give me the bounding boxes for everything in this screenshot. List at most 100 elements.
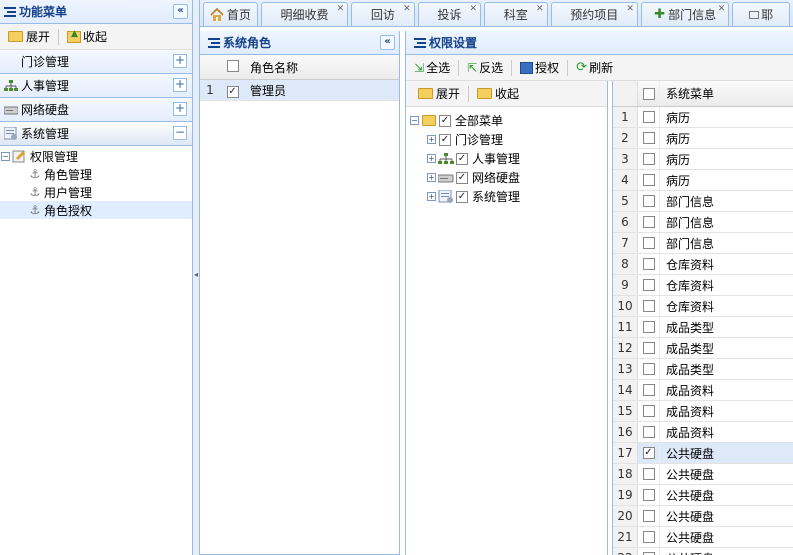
checkbox[interactable] (642, 489, 655, 501)
row-checkbox[interactable] (638, 506, 660, 526)
table-row[interactable]: 7 部门信息 (613, 233, 793, 254)
tab-appointment-items[interactable]: 预约项目 ✕ (550, 2, 638, 26)
splitter-arrow-icon[interactable]: ◂ (194, 270, 198, 279)
table-row[interactable]: 1 病历 (613, 107, 793, 128)
checkbox[interactable] (642, 426, 655, 438)
row-checkbox[interactable] (638, 296, 660, 316)
collapse-node-icon[interactable]: − (1, 151, 10, 161)
table-row[interactable]: 20 公共硬盘 (613, 506, 793, 527)
panel-splitter[interactable]: ◂ (193, 0, 200, 555)
row-checkbox[interactable] (638, 464, 660, 484)
accordion-hr-management[interactable]: 人事管理 + (0, 74, 192, 98)
accordion-system-management[interactable]: 系统管理 − (0, 122, 192, 146)
tab-fee-details[interactable]: 明细收费 ✕ (260, 2, 349, 26)
row-checkbox[interactable] (638, 338, 660, 358)
row-checkbox[interactable] (638, 233, 660, 253)
tree-node-permission-management[interactable]: − 权限管理 (0, 147, 192, 165)
checkbox[interactable] (642, 174, 655, 186)
accordion-network-disk[interactable]: 网络硬盘 + (0, 98, 192, 122)
checkbox[interactable] (642, 132, 655, 144)
checkbox[interactable]: ✓ (456, 152, 468, 165)
checkbox[interactable] (642, 195, 655, 207)
tab-home[interactable]: 首页 (203, 2, 258, 26)
table-row[interactable]: 5 部门信息 (613, 191, 793, 212)
checkbox[interactable] (642, 384, 655, 396)
checkbox[interactable] (642, 405, 655, 417)
tree-node-network-disk[interactable]: + ✓ 网络硬盘 (406, 168, 607, 187)
tree-node-user-management[interactable]: ⚓ 用户管理 (0, 183, 192, 201)
table-row[interactable]: 11 成品类型 (613, 317, 793, 338)
tab-department[interactable]: 科室 ✕ (484, 2, 548, 26)
expand-all-button[interactable]: 展开 (4, 28, 54, 45)
row-checkbox[interactable] (638, 317, 660, 337)
accordion-clinic-management[interactable]: 门诊管理 + (0, 50, 192, 74)
table-row[interactable]: 19 公共硬盘 (613, 485, 793, 506)
tree-node-all-menus[interactable]: − ✓ 全部菜单 (406, 111, 607, 130)
tab-complaints[interactable]: 投诉 ✕ (417, 2, 482, 26)
checkbox[interactable] (642, 342, 655, 354)
grant-button[interactable]: 授权 (516, 59, 563, 76)
row-checkbox[interactable]: ✓ (220, 83, 245, 98)
checkbox[interactable] (642, 258, 655, 270)
column-header-system-menu[interactable]: 系统菜单 (660, 85, 714, 102)
table-row[interactable]: 14 成品资料 (613, 380, 793, 401)
close-icon[interactable]: ✕ (470, 4, 478, 14)
row-checkbox[interactable] (638, 191, 660, 211)
table-row[interactable]: 8 仓库资料 (613, 254, 793, 275)
table-row[interactable]: 21 公共硬盘 (613, 527, 793, 548)
collapse-all-button[interactable]: ▲ 收起 (63, 28, 111, 45)
checkbox[interactable] (642, 468, 655, 480)
collapse-icon[interactable]: − (173, 126, 187, 140)
row-checkbox[interactable]: ✓ (638, 443, 660, 463)
table-row[interactable]: 18 公共硬盘 (613, 464, 793, 485)
expand-node-icon[interactable]: + (427, 154, 436, 163)
tree-node-hr-management[interactable]: + ✓ 人事管理 (406, 149, 607, 168)
table-row[interactable]: 1 ✓ 管理员 (200, 80, 399, 101)
collapse-role-panel-button[interactable]: « (380, 35, 395, 50)
expand-icon[interactable]: + (173, 102, 187, 116)
close-icon[interactable]: ✕ (536, 4, 544, 14)
row-checkbox[interactable] (638, 380, 660, 400)
expand-node-icon[interactable]: + (427, 135, 436, 144)
select-all-checkbox[interactable] (638, 81, 660, 106)
row-checkbox[interactable] (638, 170, 660, 190)
row-checkbox[interactable] (638, 527, 660, 547)
row-checkbox[interactable] (638, 128, 660, 148)
checkbox[interactable]: ✓ (439, 133, 451, 146)
tab-partial[interactable]: 耶 (732, 2, 791, 26)
checkbox[interactable]: ✓ (456, 190, 468, 203)
checkbox[interactable] (642, 153, 655, 165)
table-row[interactable]: 15 成品资料 (613, 401, 793, 422)
collapse-left-panel-button[interactable]: « (173, 4, 188, 19)
select-all-button[interactable]: ⇲ 全选 (410, 59, 454, 76)
tab-department-info[interactable]: ✚ 部门信息 ✕ (640, 2, 730, 26)
close-icon[interactable]: ✕ (403, 4, 411, 14)
checkbox[interactable]: ✓ (439, 114, 451, 127)
close-icon[interactable]: ✕ (626, 4, 634, 14)
checkbox[interactable] (642, 363, 655, 375)
row-checkbox[interactable] (638, 212, 660, 232)
tree-node-clinic-management[interactable]: + ✓ 门诊管理 (406, 130, 607, 149)
tree-node-role-authorization[interactable]: ⚓ 角色授权 (0, 201, 192, 219)
select-all-checkbox[interactable] (220, 59, 245, 75)
checkbox[interactable] (642, 531, 655, 543)
table-row[interactable]: 13 成品类型 (613, 359, 793, 380)
row-checkbox[interactable] (638, 107, 660, 127)
invert-selection-button[interactable]: ⇱ 反选 (463, 59, 507, 76)
tab-follow-up[interactable]: 回访 ✕ (351, 2, 415, 26)
refresh-button[interactable]: ⟳ 刷新 (572, 59, 617, 76)
column-header-role-name[interactable]: 角色名称 (245, 59, 298, 76)
table-row[interactable]: 6 部门信息 (613, 212, 793, 233)
row-checkbox[interactable] (638, 359, 660, 379)
row-checkbox[interactable] (638, 485, 660, 505)
table-row[interactable]: 22 公共硬盘 (613, 548, 793, 555)
checkbox[interactable]: ✓ (226, 85, 239, 98)
table-row[interactable]: 16 成品资料 (613, 422, 793, 443)
checkbox[interactable] (642, 216, 655, 228)
checkbox[interactable]: ✓ (456, 171, 468, 184)
table-row[interactable]: 3 病历 (613, 149, 793, 170)
expand-node-icon[interactable]: + (427, 192, 436, 201)
row-checkbox[interactable] (638, 254, 660, 274)
tree-node-system-management[interactable]: + ✓ 系统管理 (406, 187, 607, 206)
close-icon[interactable]: ✕ (718, 4, 726, 14)
